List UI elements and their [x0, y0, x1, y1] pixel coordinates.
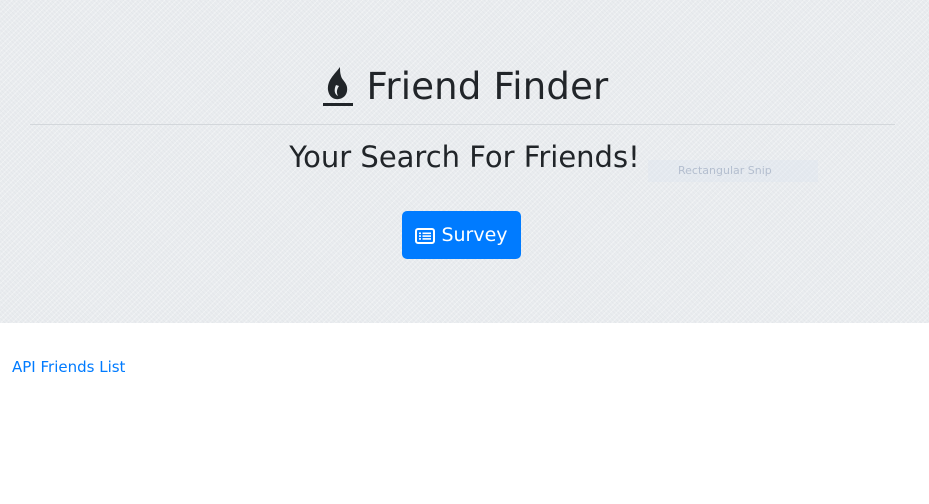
- api-friends-list-link[interactable]: API Friends List: [12, 358, 125, 376]
- survey-button-label: Survey: [441, 224, 508, 246]
- title-row: Friend Finder: [0, 58, 929, 114]
- fire-icon: [321, 65, 355, 107]
- jumbotron-header: Friend Finder Your Search For Friends! R…: [0, 0, 929, 323]
- survey-button[interactable]: Survey: [402, 211, 521, 259]
- list-card-icon: [415, 227, 436, 244]
- snip-overlay-label: Rectangular Snip: [648, 160, 818, 182]
- header-divider: [30, 124, 895, 125]
- page-title: Friend Finder: [366, 64, 609, 108]
